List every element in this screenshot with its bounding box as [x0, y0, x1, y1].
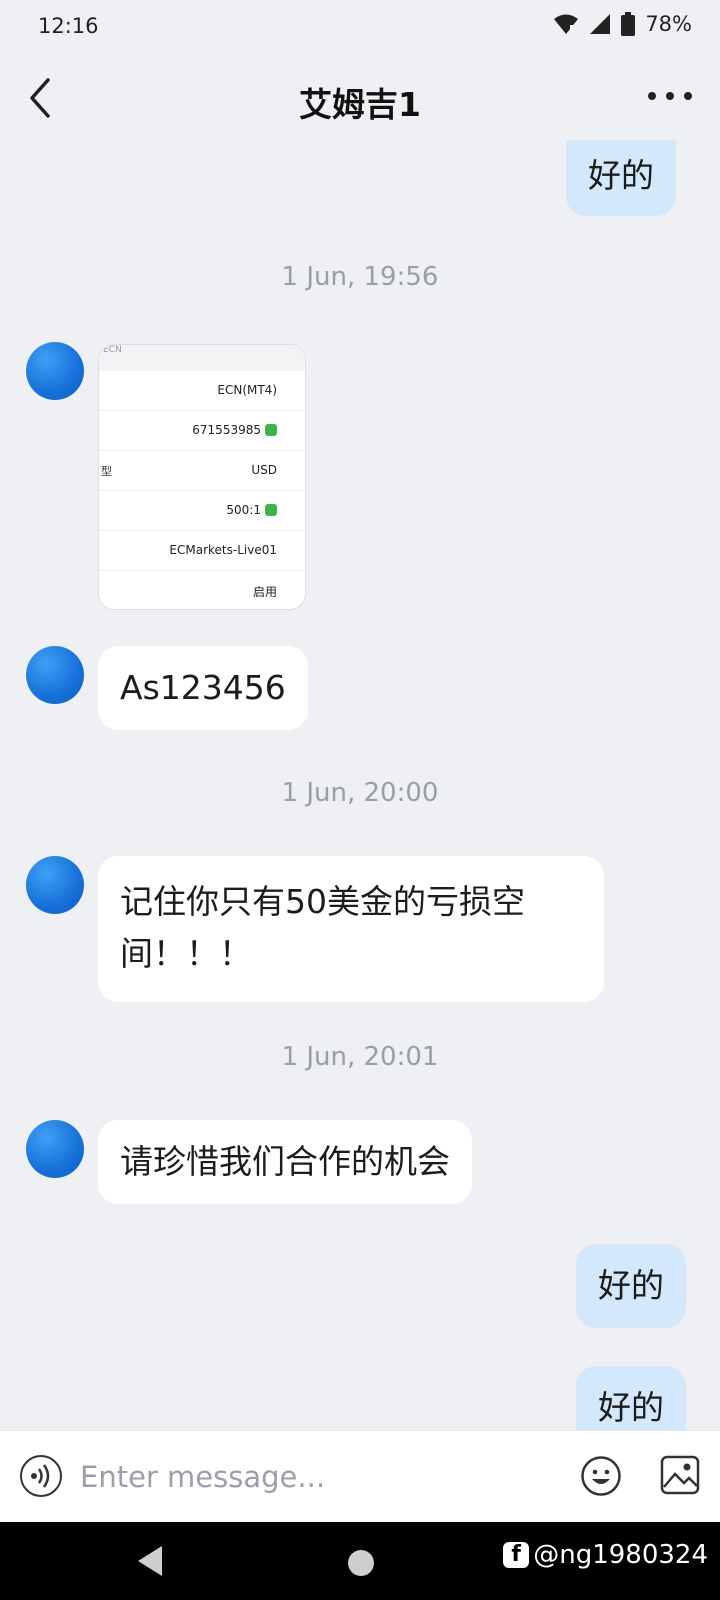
- image-row: ECMarkets-Live01: [99, 531, 305, 571]
- contact-avatar[interactable]: [26, 646, 84, 704]
- signal-icon: [590, 14, 611, 34]
- image-row: 启用: [99, 571, 305, 609]
- image-message[interactable]: ECN ECN(MT4) 671553985 型 USD 500:1 ECMar…: [98, 344, 306, 610]
- edit-icon: [265, 504, 277, 516]
- nav-home-button[interactable]: [348, 1550, 374, 1576]
- message-text: 好的: [588, 156, 654, 195]
- facebook-icon: f: [503, 1542, 530, 1568]
- system-nav-bar: f @ng1980324: [0, 1522, 720, 1600]
- incoming-message[interactable]: 记住你只有50美金的亏损空 间！！！: [98, 856, 604, 1002]
- status-bar: 12:16 78%: [0, 0, 720, 56]
- status-icons: 78%: [553, 12, 692, 36]
- outgoing-message[interactable]: 好的: [576, 1366, 686, 1430]
- more-dot: [684, 92, 692, 100]
- more-dot: [648, 92, 656, 100]
- chat-header: 艾姆吉1: [0, 56, 720, 140]
- contact-avatar[interactable]: [26, 342, 84, 400]
- emoji-icon: [581, 1456, 621, 1496]
- image-icon: [660, 1455, 700, 1495]
- voice-input-button[interactable]: [20, 1455, 62, 1497]
- image-top-label: ECN: [99, 345, 305, 371]
- message-timestamp: 1 Jun, 20:00: [281, 778, 439, 808]
- watermark-text: @ng1980324: [533, 1540, 708, 1570]
- image-row-label: 型: [101, 465, 112, 478]
- contact-avatar[interactable]: [26, 1120, 84, 1178]
- image-row-value: ECMarkets-Live01: [169, 543, 277, 557]
- message-input[interactable]: [80, 1453, 560, 1501]
- image-picker-button[interactable]: [660, 1455, 700, 1495]
- voice-icon: [31, 1464, 50, 1488]
- message-text: As123456: [120, 668, 286, 707]
- wifi-icon: [554, 14, 579, 34]
- incoming-message[interactable]: 请珍惜我们合作的机会: [98, 1120, 472, 1204]
- copy-icon: [265, 424, 277, 436]
- status-time: 12:16: [38, 14, 99, 38]
- battery-percent: 78%: [645, 12, 692, 36]
- message-text-line: 记住你只有50美金的亏损空: [120, 882, 525, 921]
- image-row-value: 启用: [252, 585, 277, 599]
- watermark: f @ng1980324: [503, 1540, 708, 1570]
- image-row: 500:1: [99, 491, 305, 531]
- image-row: ECN(MT4): [99, 371, 305, 411]
- nav-back-icon[interactable]: [136, 1544, 166, 1578]
- battery-icon: [621, 12, 636, 36]
- emoji-button[interactable]: [580, 1455, 622, 1497]
- outgoing-message[interactable]: 好的: [576, 1244, 686, 1328]
- message-input-bar: [0, 1430, 720, 1522]
- message-text: 好的: [598, 1266, 664, 1305]
- message-timestamp: 1 Jun, 19:56: [281, 262, 439, 292]
- image-row: 671553985: [99, 411, 305, 451]
- incoming-message[interactable]: As123456: [98, 646, 308, 730]
- image-row-value: 500:1: [226, 503, 261, 517]
- contact-avatar[interactable]: [26, 856, 84, 914]
- chat-title: 艾姆吉1: [299, 85, 421, 124]
- image-row-value: 671553985: [192, 423, 261, 437]
- message-timestamp: 1 Jun, 20:01: [281, 1042, 439, 1072]
- image-row-value: USD: [251, 463, 277, 477]
- image-row-value: ECN(MT4): [217, 383, 277, 397]
- more-options-button[interactable]: [648, 84, 692, 108]
- image-row: 型 USD: [99, 451, 305, 491]
- more-dot: [666, 92, 674, 100]
- message-text: 好的: [598, 1388, 664, 1427]
- outgoing-message[interactable]: 好的: [566, 140, 676, 216]
- message-text-line: 间！！！: [120, 934, 252, 973]
- message-text: 请珍惜我们合作的机会: [120, 1142, 450, 1181]
